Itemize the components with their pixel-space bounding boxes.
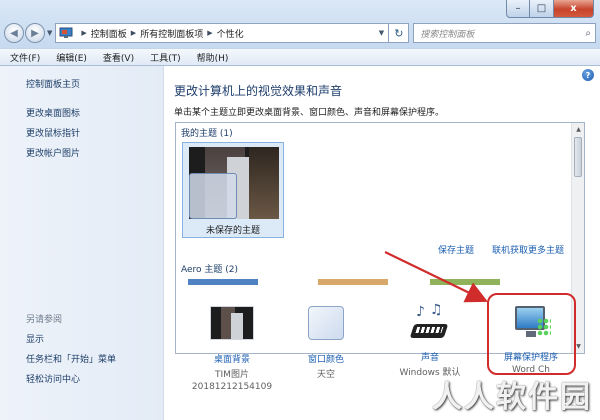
breadcrumb-item-all-items[interactable]: 所有控制面板项 <box>140 27 203 40</box>
theme-tile-unsaved[interactable]: 未保存的主题 <box>182 142 284 238</box>
task-pane: 控制面板主页 更改桌面图标 更改鼠标指针 更改帐户图片 另请参阅 显示 任务栏和… <box>0 66 164 420</box>
window-color-setting[interactable]: 窗口颜色 天空 <box>280 302 372 380</box>
menu-view[interactable]: 查看(V) <box>103 51 134 64</box>
window-color-icon <box>308 306 344 340</box>
desktop-background-value: TIM图片 <box>215 370 249 380</box>
desktop-background-icon <box>210 306 254 340</box>
scroll-up-icon[interactable]: ▲ <box>572 123 584 136</box>
taskbar-start-menu-link[interactable]: 任务栏和「开始」菜单 <box>26 352 116 365</box>
menu-help[interactable]: 帮助(H) <box>197 51 229 64</box>
page-description: 单击某个主题立即更改桌面背景、窗口颜色、声音和屏幕保护程序。 <box>174 108 445 118</box>
get-more-themes-online-link[interactable]: 联机获取更多主题 <box>492 243 564 256</box>
main-content: ? 更改计算机上的视觉效果和声音 单击某个主题立即更改桌面背景、窗口颜色、声音和… <box>165 66 600 420</box>
ease-of-access-link[interactable]: 轻松访问中心 <box>26 372 116 385</box>
menu-edit[interactable]: 编辑(E) <box>56 51 87 64</box>
menu-bar: 文件(F) 编辑(E) 查看(V) 工具(T) 帮助(H) <box>0 48 600 65</box>
see-also-list: 显示 任务栏和「开始」菜单 轻松访问中心 <box>26 332 116 392</box>
page-title: 更改计算机上的视觉效果和声音 <box>174 84 343 98</box>
search-placeholder: 搜索控制面板 <box>420 29 475 40</box>
theme-actions: 保存主题 联机获取更多主题 <box>420 243 564 256</box>
menu-tools[interactable]: 工具(T) <box>150 51 181 64</box>
scrollbar-thumb[interactable] <box>574 137 582 177</box>
menu-file[interactable]: 文件(F) <box>10 51 40 64</box>
window-preview-overlay <box>189 173 237 219</box>
save-theme-link[interactable]: 保存主题 <box>438 243 474 256</box>
window-chrome: – □ x ◀ ▶ ▼ ▶ 控制面板 ▶ 所有控制面板项 ▶ 个性化 ▼ ↻ 搜… <box>0 0 600 66</box>
navigation-bar: ◀ ▶ ▼ ▶ 控制面板 ▶ 所有控制面板项 ▶ 个性化 ▼ ↻ 搜索控制面板 … <box>4 22 596 44</box>
sounds-icon: ♪ ♫ <box>409 302 450 340</box>
back-arrow-icon: ◀ <box>10 27 18 39</box>
control-panel-icon <box>59 27 73 38</box>
sounds-label[interactable]: 声音 <box>384 350 476 363</box>
address-bar[interactable]: ▶ 控制面板 ▶ 所有控制面板项 ▶ 个性化 ▼ <box>55 23 390 43</box>
screen-saver-icon <box>511 304 551 340</box>
see-also-heading: 另请参阅 <box>26 315 63 325</box>
control-panel-home-link[interactable]: 控制面板主页 <box>26 77 163 90</box>
breadcrumb-separator-icon: ▶ <box>81 29 87 37</box>
refresh-icon: ↻ <box>394 26 404 40</box>
screen-saver-label[interactable]: 屏幕保护程序 <box>485 350 577 363</box>
window-color-label[interactable]: 窗口颜色 <box>280 352 372 365</box>
theme-name: 未保存的主题 <box>205 226 260 236</box>
back-button[interactable]: ◀ <box>4 23 24 43</box>
screen-saver-setting[interactable]: 屏幕保护程序 Word Ch <box>485 302 577 375</box>
theme-thumbnail <box>189 147 279 219</box>
forward-arrow-icon: ▶ <box>31 27 39 39</box>
breadcrumb-separator-icon[interactable]: ▶ <box>207 29 212 37</box>
close-button[interactable]: x <box>554 0 594 18</box>
address-dropdown-icon[interactable]: ▼ <box>374 29 388 37</box>
desktop-background-value-2: 20181212154109 <box>191 382 273 392</box>
breadcrumb-item-control-panel[interactable]: 控制面板 <box>91 27 127 40</box>
display-link[interactable]: 显示 <box>26 332 116 345</box>
window-controls: – □ x <box>506 0 594 18</box>
change-mouse-pointers-link[interactable]: 更改鼠标指针 <box>26 126 163 139</box>
sounds-setting[interactable]: ♪ ♫ 声音 Windows 默认 <box>384 302 476 378</box>
aero-themes-group-title: Aero 主题 (2) <box>181 265 239 275</box>
breadcrumb-item-personalization[interactable]: 个性化 <box>217 27 244 40</box>
search-icon[interactable]: ⌕ <box>585 28 591 39</box>
change-desktop-icons-link[interactable]: 更改桌面图标 <box>26 106 163 119</box>
minimize-button[interactable]: – <box>506 0 530 18</box>
forward-button[interactable]: ▶ <box>25 23 45 43</box>
desktop-background-label[interactable]: 桌面背景 <box>186 352 278 365</box>
window-color-value: 天空 <box>316 370 335 380</box>
refresh-button[interactable]: ↻ <box>389 23 410 43</box>
history-dropdown-icon[interactable]: ▼ <box>47 29 52 37</box>
desktop-background-setting[interactable]: 桌面背景 TIM图片 20181212154109 <box>186 302 278 392</box>
help-icon[interactable]: ? <box>582 69 594 81</box>
watermark-text: 人人软件园 <box>432 380 592 415</box>
change-account-picture-link[interactable]: 更改帐户图片 <box>26 146 163 159</box>
aero-theme-thumbnails-partial[interactable] <box>182 279 542 285</box>
breadcrumb-separator-icon[interactable]: ▶ <box>131 29 136 37</box>
maximize-button[interactable]: □ <box>530 0 554 18</box>
search-input[interactable]: 搜索控制面板 ⌕ <box>413 23 596 43</box>
my-themes-group-title: 我的主题 (1) <box>181 129 233 139</box>
